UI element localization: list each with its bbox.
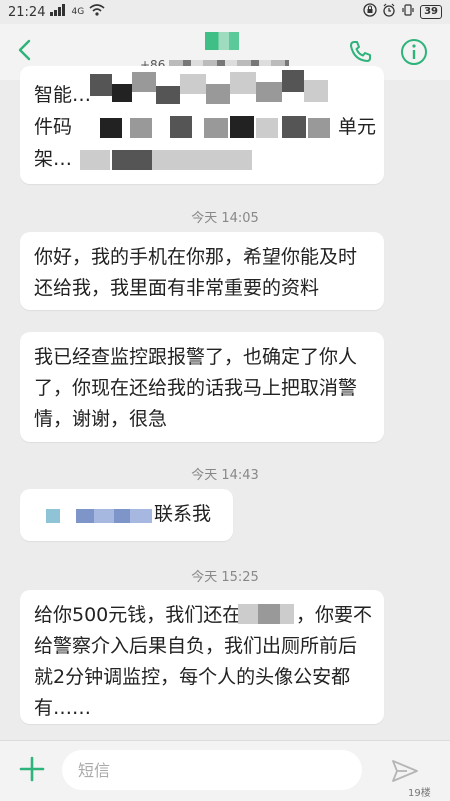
censor-block xyxy=(280,604,294,624)
add-attachment-button[interactable] xyxy=(18,755,46,787)
censor-block xyxy=(180,74,206,94)
censor-block xyxy=(100,118,122,138)
phone-icon xyxy=(350,41,371,62)
message-line: 还给我，我里面有非常重要的资料 xyxy=(34,277,320,299)
message-line: 给警察介入后果自负，我们出厕所前后 xyxy=(34,635,358,657)
back-button[interactable] xyxy=(14,37,36,67)
add-icon xyxy=(19,756,45,782)
message-line: 就2分钟调监控，每个人的头像公安都 xyxy=(34,666,351,688)
message-line: ，你要不 xyxy=(296,604,373,626)
back-arrow-icon xyxy=(18,39,31,61)
message-line: 架… xyxy=(34,148,73,170)
battery-level: 39 xyxy=(420,5,442,19)
status-bar: 21:24 4G 39 xyxy=(0,0,450,24)
message-bubble[interactable]: 联系我 xyxy=(20,489,233,541)
message-line: 给你500元钱，我们还在 xyxy=(34,604,242,626)
status-right: 39 xyxy=(363,3,442,21)
censor-block xyxy=(90,74,112,96)
status-left: 21:24 4G xyxy=(8,4,105,20)
timestamp: 今天 15:25 xyxy=(191,570,259,585)
censor-block xyxy=(76,509,94,523)
message-line: 你好，我的手机在你那，希望你能及时 xyxy=(34,246,358,268)
lock-icon xyxy=(363,3,377,21)
message-line: 有…… xyxy=(34,697,92,719)
details-button[interactable] xyxy=(400,38,428,70)
censor-block xyxy=(230,116,254,138)
message-line: 单元 xyxy=(338,116,377,138)
censor-block xyxy=(304,80,328,102)
message-bubble[interactable]: 我已经查监控跟报警了，也确定了你人 了，你现在还给我的话我马上把取消警 情，谢谢… xyxy=(20,332,384,442)
censor-block xyxy=(152,150,252,170)
censor-block xyxy=(282,116,306,138)
message-line: 了，你现在还给我的话我马上把取消警 xyxy=(34,377,358,399)
network-type: 4G xyxy=(71,7,85,17)
message-bubble[interactable]: 给你500元钱，我们还在 ，你要不 给警察介入后果自负，我们出厕所前后 就2分钟… xyxy=(20,590,384,724)
alarm-icon xyxy=(382,3,396,21)
message-bubble[interactable]: 你好，我的手机在你那，希望你能及时 还给我，我里面有非常重要的资料 xyxy=(20,232,384,310)
censor-block xyxy=(258,604,280,624)
censor-block xyxy=(238,604,258,624)
vibrate-icon xyxy=(401,3,415,21)
censor-block xyxy=(94,509,114,523)
message-input[interactable] xyxy=(62,750,362,790)
censor-block xyxy=(204,118,228,138)
censor-block xyxy=(130,509,152,523)
censor-block xyxy=(282,70,304,92)
message-line: 情，谢谢，很急 xyxy=(34,408,168,430)
timestamp: 今天 14:43 xyxy=(191,468,259,483)
message-line: 我已经查监控跟报警了，也确定了你人 xyxy=(34,346,358,368)
message-line: 智能… xyxy=(34,84,92,106)
composer-bar xyxy=(0,740,450,801)
message-bubble[interactable]: 智能… 件码 架… 单元 xyxy=(20,66,384,184)
censor-block xyxy=(308,118,330,138)
status-time: 21:24 xyxy=(8,4,46,20)
message-text: 联系我 xyxy=(154,503,212,525)
censor-block xyxy=(112,84,132,102)
censor-block xyxy=(230,72,256,94)
censor-block xyxy=(46,509,60,523)
send-icon xyxy=(392,760,418,782)
censor-block xyxy=(114,509,130,523)
signal-icon xyxy=(50,4,66,20)
censor-block xyxy=(80,150,110,170)
censor-block xyxy=(170,116,192,138)
censor-block xyxy=(112,150,152,170)
watermark: 19楼 xyxy=(408,788,431,799)
wifi-icon xyxy=(89,4,105,20)
censor-block xyxy=(256,82,282,102)
timestamp: 今天 14:05 xyxy=(191,211,259,226)
censor-block xyxy=(206,84,230,104)
censor-block xyxy=(256,118,278,138)
censor-block xyxy=(156,86,180,104)
message-line: 件码 xyxy=(34,116,73,138)
censor-block xyxy=(132,72,156,92)
info-icon xyxy=(401,39,427,65)
contact-avatar-censored xyxy=(205,32,239,50)
censor-block xyxy=(130,118,152,138)
